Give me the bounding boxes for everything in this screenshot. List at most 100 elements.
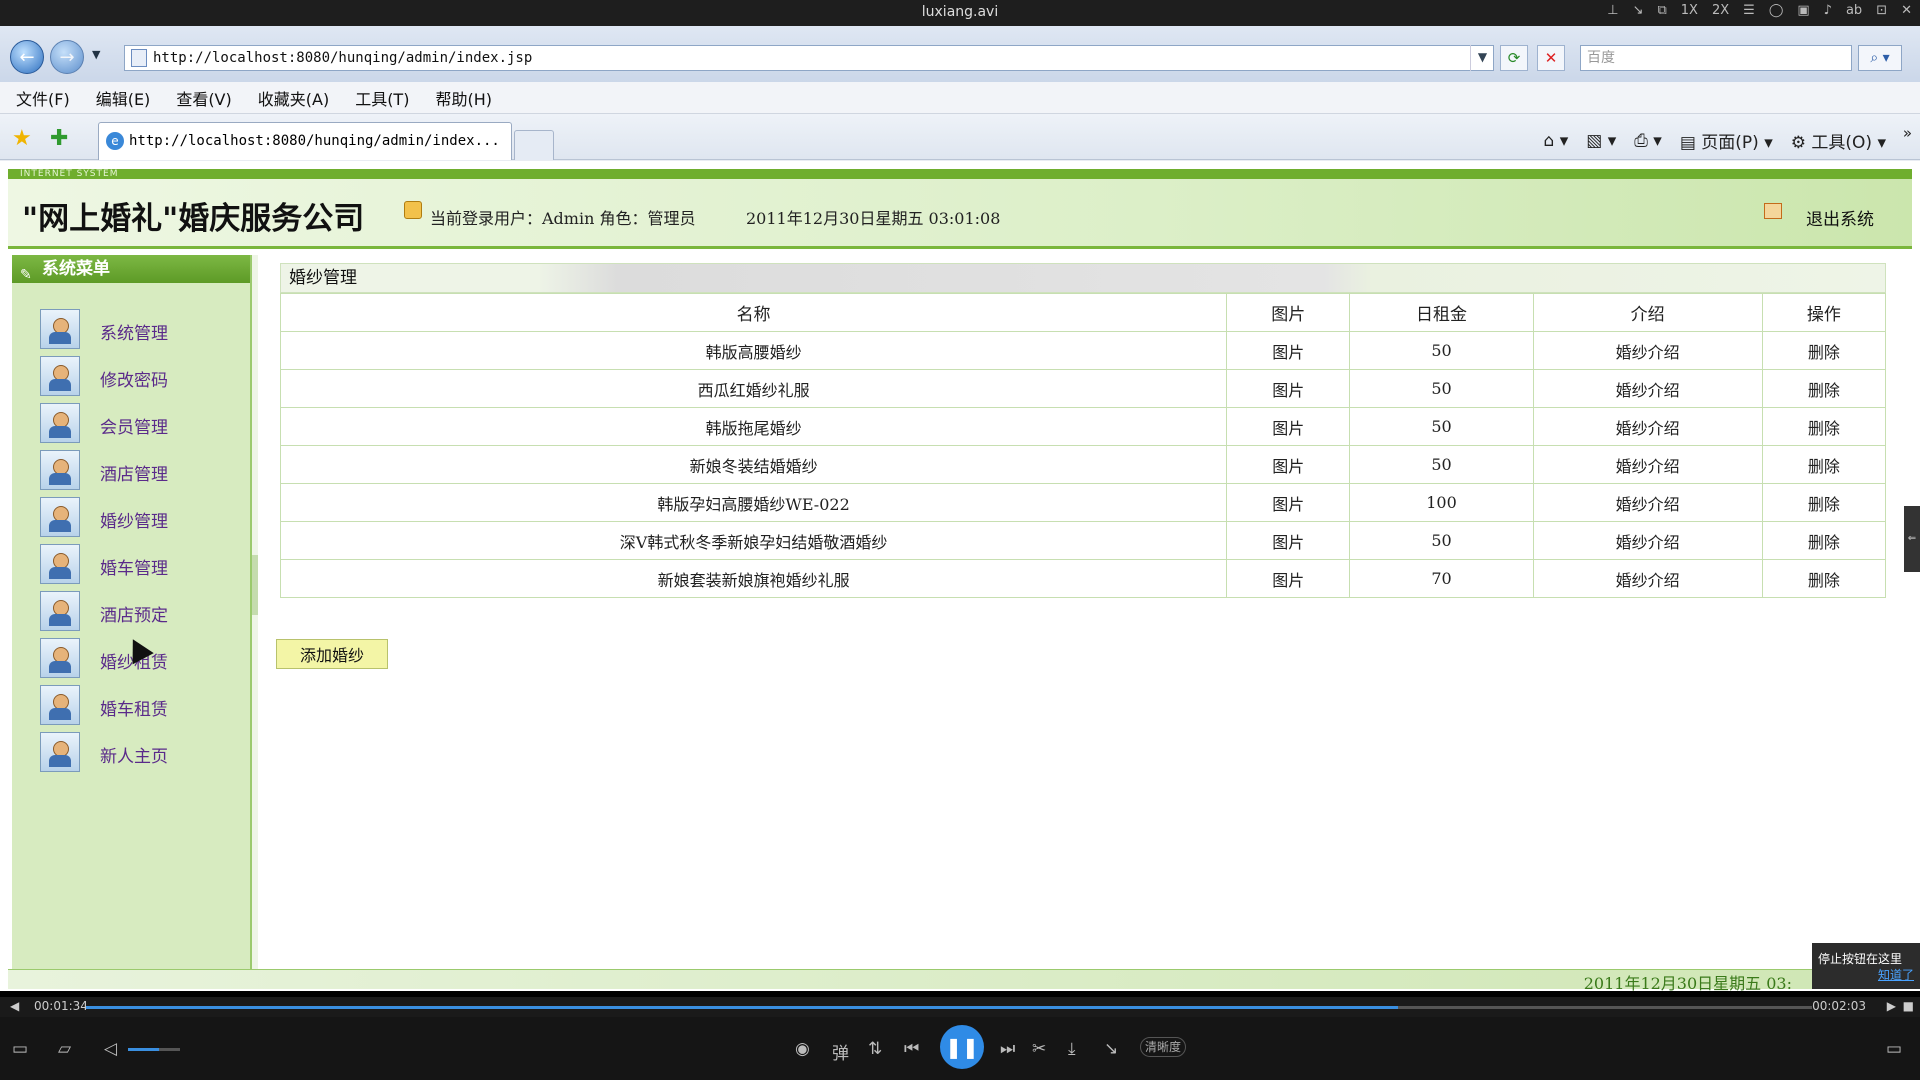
folder-icon[interactable]: ▱: [58, 1039, 71, 1059]
refresh-button[interactable]: ⟳: [1500, 45, 1528, 71]
search-button[interactable]: ⌕ ▾: [1858, 45, 1902, 71]
shrink-view-icon[interactable]: ↘: [1104, 1039, 1118, 1059]
cell-image-link[interactable]: 图片: [1226, 407, 1351, 446]
cell-intro-link[interactable]: 婚纱介绍: [1532, 331, 1763, 370]
cell-image-link[interactable]: 图片: [1226, 559, 1351, 598]
forward-button[interactable]: →: [50, 40, 84, 74]
user-icon: [404, 201, 422, 219]
volume-icon[interactable]: ◁: [104, 1039, 117, 1059]
add-dress-button[interactable]: 添加婚纱: [276, 639, 388, 669]
sidebar-item-cars[interactable]: 婚车管理: [40, 544, 240, 586]
frame-splitter[interactable]: [252, 255, 258, 969]
search-input[interactable]: 百度: [1580, 45, 1852, 71]
sidebar-item-password[interactable]: 修改密码: [40, 356, 240, 398]
quality-button[interactable]: 清晰度: [1140, 1037, 1186, 1057]
playlist-icon[interactable]: ☰: [1743, 3, 1755, 18]
url-dropdown-icon[interactable]: ▼: [1470, 45, 1494, 71]
cell-delete-link[interactable]: 删除: [1761, 407, 1887, 446]
cell-image-link[interactable]: 图片: [1226, 331, 1351, 370]
sidebar-item-label: 新人主页: [100, 747, 168, 767]
menu-edit[interactable]: 编辑(E): [96, 86, 151, 110]
header-datetime: 2011年12月30日星期五 03:01:08: [746, 209, 1001, 228]
url-input[interactable]: http://localhost:8080/hunqing/admin/inde…: [124, 45, 1494, 71]
cell-image-link[interactable]: 图片: [1226, 483, 1351, 522]
print-icon[interactable]: ⎙ ▾: [1634, 131, 1662, 151]
cell-delete-link[interactable]: 删除: [1761, 369, 1887, 408]
menu-tools[interactable]: 工具(T): [355, 86, 409, 110]
home-icon[interactable]: ⌂ ▾: [1544, 131, 1569, 151]
chevron-right-icon[interactable]: »: [1903, 124, 1912, 142]
menu-help[interactable]: 帮助(H): [435, 86, 492, 110]
cell-intro-link[interactable]: 婚纱介绍: [1532, 483, 1763, 522]
cell-image-link[interactable]: 图片: [1226, 521, 1351, 560]
close-icon[interactable]: ✕: [1901, 3, 1912, 18]
prev-frame-icon[interactable]: ◀: [10, 999, 19, 1013]
cell-intro-link[interactable]: 婚纱介绍: [1532, 521, 1763, 560]
subtitle-icon[interactable]: ab: [1846, 3, 1862, 18]
cell-image-link[interactable]: 图片: [1226, 369, 1351, 408]
speed-1x-button[interactable]: 1X: [1681, 3, 1698, 18]
tools-menu-button[interactable]: ⚙ 工具(O) ▾: [1791, 128, 1886, 153]
mini-icon[interactable]: ⧉: [1657, 3, 1666, 18]
cell-intro-link[interactable]: 婚纱介绍: [1532, 445, 1763, 484]
cut-icon[interactable]: ✂: [1032, 1039, 1046, 1059]
cell-image-link[interactable]: 图片: [1226, 445, 1351, 484]
sidebar-item-hotels[interactable]: 酒店管理: [40, 450, 240, 492]
side-panel-handle[interactable]: ⇐: [1904, 506, 1920, 572]
favorites-star-icon[interactable]: ★: [12, 126, 32, 151]
volume-slider[interactable]: [128, 1048, 180, 1051]
stop-button[interactable]: ✕: [1537, 45, 1565, 71]
screenshot-icon[interactable]: ⊡: [1876, 3, 1887, 18]
cell-delete-link[interactable]: 删除: [1761, 521, 1887, 560]
sidebar-item-car-rental[interactable]: 婚车租赁: [40, 685, 240, 727]
logout-icon[interactable]: [1764, 203, 1782, 219]
cell-intro-link[interactable]: 婚纱介绍: [1532, 369, 1763, 408]
next-icon[interactable]: ⏭: [1000, 1039, 1015, 1059]
pause-button[interactable]: ❚❚: [940, 1025, 984, 1069]
open-file-icon[interactable]: ▭: [12, 1039, 28, 1059]
menu-edit-icon: ✎: [20, 267, 32, 283]
pin-icon[interactable]: ⊥: [1607, 3, 1618, 18]
bulb-icon[interactable]: ◯: [1769, 3, 1784, 18]
logout-link[interactable]: 退出系统: [1806, 205, 1874, 230]
audio-icon[interactable]: ♪: [1824, 3, 1832, 18]
rss-icon[interactable]: ▧ ▾: [1586, 131, 1616, 151]
history-dropdown-icon[interactable]: ▼: [92, 48, 100, 61]
cell-delete-link[interactable]: 删除: [1761, 483, 1887, 522]
picture-icon[interactable]: ▣: [1797, 3, 1809, 18]
menu-file[interactable]: 文件(F): [16, 86, 70, 110]
cell-delete-link[interactable]: 删除: [1761, 331, 1887, 370]
tab-admin-index[interactable]: e http://localhost:8080/hunqing/admin/in…: [98, 122, 512, 160]
cell-intro-link[interactable]: 婚纱介绍: [1532, 559, 1763, 598]
tooltip-dismiss-link[interactable]: 知道了: [1818, 967, 1914, 983]
new-tab-button[interactable]: [514, 130, 554, 160]
sidebar-item-hotel-booking[interactable]: 酒店预定: [40, 591, 240, 633]
sidebar-item-members[interactable]: 会员管理: [40, 403, 240, 445]
splitter-grip[interactable]: [252, 555, 258, 615]
sidebar-item-couple-home[interactable]: 新人主页: [40, 732, 240, 774]
cell-name: 新娘冬装结婚婚纱: [279, 445, 1228, 484]
sidebar-item-dresses[interactable]: 婚纱管理: [40, 497, 240, 539]
back-button[interactable]: ←: [10, 40, 44, 74]
shrink-icon[interactable]: ↘: [1633, 3, 1644, 18]
add-favorite-icon[interactable]: ✚: [50, 126, 68, 151]
download-icon[interactable]: ⤓: [1068, 1039, 1076, 1059]
page-menu-button[interactable]: ▤ 页面(P) ▾: [1680, 128, 1773, 153]
sidebar-item-system[interactable]: 系统管理: [40, 309, 240, 351]
equalizer-icon[interactable]: ⇅: [868, 1039, 882, 1059]
column-header-action: 操作: [1761, 293, 1887, 332]
seek-bar[interactable]: [86, 1006, 1812, 1009]
cell-intro-link[interactable]: 婚纱介绍: [1532, 407, 1763, 446]
cell-delete-link[interactable]: 删除: [1761, 559, 1887, 598]
danmu-button[interactable]: 弹: [832, 1039, 849, 1064]
eye-icon[interactable]: ◉: [795, 1039, 810, 1059]
cell-delete-link[interactable]: 删除: [1761, 445, 1887, 484]
speed-2x-button[interactable]: 2X: [1712, 3, 1729, 18]
next-frame-icon[interactable]: ▶: [1887, 999, 1896, 1013]
previous-icon[interactable]: ⏮: [904, 1039, 919, 1059]
fullscreen-icon[interactable]: ▭: [1886, 1039, 1902, 1059]
stop-square-icon[interactable]: ■: [1903, 999, 1914, 1013]
menu-favorites[interactable]: 收藏夹(A): [258, 86, 329, 110]
menu-view[interactable]: 查看(V): [176, 86, 231, 110]
footer-date: 2011年12月30日星期五 03:: [1583, 974, 1792, 993]
